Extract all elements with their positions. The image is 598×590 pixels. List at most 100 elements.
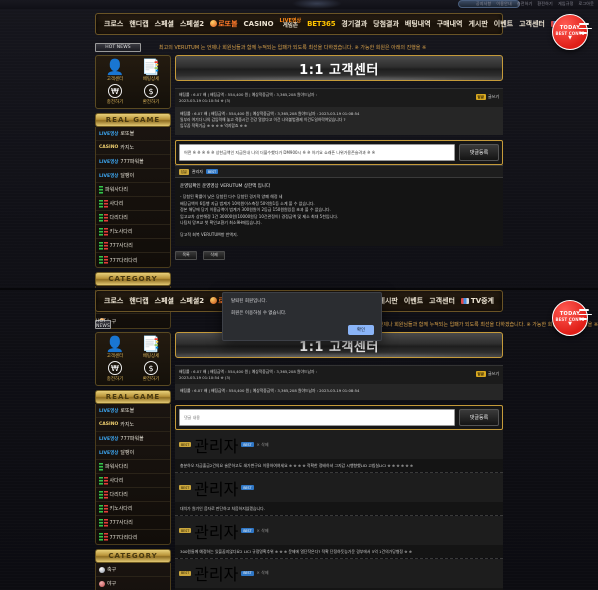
chevron-down-icon: ▼	[568, 320, 572, 327]
top-link-4[interactable]: 게임규정	[558, 1, 574, 7]
sidebar2-quick-withdraw[interactable]: $ 환전하기	[134, 361, 168, 382]
ladder-icon	[99, 476, 108, 485]
sidebar-item-777ladder[interactable]: 777사다리	[96, 239, 170, 253]
top-link-2[interactable]: 충전하기	[517, 1, 533, 7]
main-nav[interactable]: 크로스 핸디캡 스페셜 스페셜2 로또볼 CASINO LIVE영상 게임존 B…	[95, 13, 584, 35]
reply-submit-button-2[interactable]: 댓글등록	[459, 409, 499, 427]
nav-item-cross[interactable]: 크로스	[104, 19, 123, 29]
nav-item-betting-history[interactable]: 배팅내역	[405, 19, 431, 29]
post-action-buttons: 목록 삭제	[175, 250, 503, 260]
sidebar-quick-support[interactable]: 👤 고객센터	[98, 60, 132, 83]
sidebar-item-snail-tag: LIVE영상	[99, 173, 119, 179]
comment-delete-link[interactable]: × 삭제	[257, 528, 269, 534]
write-button[interactable]: 답글 글쓰기	[475, 94, 499, 100]
comment-badge-best: BEST	[241, 485, 254, 491]
nav2-item-special2[interactable]: 스페셜2	[180, 296, 204, 306]
sidebar-item-casino[interactable]: CASINO 카지노	[96, 141, 170, 155]
nav-item-special2[interactable]: 스페셜2	[180, 19, 204, 29]
comment-author: 관리자	[194, 522, 239, 542]
sidebar2-cat-soccer[interactable]: 축구	[96, 563, 170, 577]
nav2-item-tv[interactable]: TV중계	[460, 296, 494, 306]
reply-row-2: 댓글등록	[175, 405, 503, 431]
nav-item-handicap[interactable]: 핸디캡	[129, 19, 148, 29]
sidebar-quick-betdetail[interactable]: 📑 배팅상세	[134, 60, 168, 83]
nav-item-support[interactable]: 고객센터	[519, 19, 545, 29]
sidebar-item-kenoladder-label: 키노사다리	[109, 229, 133, 235]
baseball-icon	[99, 580, 105, 587]
sidebar2-item-casino[interactable]: CASINO 카지노	[96, 418, 170, 432]
nav2-item-handicap[interactable]: 핸디캡	[129, 296, 148, 306]
nav-item-casino[interactable]: CASINO	[244, 20, 274, 28]
comment-author: 관리자	[194, 436, 239, 456]
sidebar2-quick-betdetail[interactable]: 📑 배팅상세	[134, 337, 168, 360]
stamp-speed-lines	[579, 23, 592, 37]
nav-item-bet365[interactable]: BET365	[307, 20, 336, 28]
sidebar-item-kenoladder[interactable]: 키노사다리	[96, 225, 170, 239]
sidebar2-item-powerladder[interactable]: 파워사다리	[96, 460, 170, 474]
comment-badge-reply: 답글	[179, 168, 189, 175]
sidebar-quick-deposit[interactable]: ₩ 충전하기	[98, 84, 132, 105]
top-link-5[interactable]: 로그아웃	[578, 1, 594, 7]
sidebar-item-snail[interactable]: LIVE영상 달팽이	[96, 169, 170, 183]
main-panel-bottom: 1:1 고객센터 배팅률 : 6.07 배 | 배팅금액 : 554,400 원…	[175, 332, 503, 590]
list-item: BEST 관리자 BEST × 삭제 충분하오 자금출금2건의요 술문하고도 쇄…	[175, 430, 503, 474]
nav-item-winning[interactable]: 당첨결과	[373, 19, 399, 29]
sidebar-item-ladder[interactable]: 사다리	[96, 197, 170, 211]
write-label-2: 글쓰기	[487, 371, 499, 376]
sidebar2-item-snail[interactable]: LIVE영상 달팽이	[96, 446, 170, 460]
sidebar-bottom: 👤 고객센터 📑 배팅상세 ₩ 충전하기 $ 환전하기 REAL GAME LI…	[95, 332, 171, 590]
sidebar2-item-777powerball[interactable]: LIVE영상 777파워볼	[96, 432, 170, 446]
sidebar2-cat-baseball[interactable]: 야구	[96, 577, 170, 590]
write-button-2[interactable]: 답글 글쓰기	[475, 371, 499, 377]
sidebar-item-777powerball[interactable]: LIVE영상 777파워볼	[96, 155, 170, 169]
delete-button[interactable]: 삭제	[203, 250, 225, 260]
reply-submit-button[interactable]: 댓글등록	[459, 144, 499, 161]
nav-item-event[interactable]: 이벤트	[494, 19, 513, 29]
sidebar2-quick-betdetail-label: 배팅상세	[142, 354, 160, 359]
sidebar-quick-deposit-label: 충전하기	[106, 100, 124, 105]
sidebar2-item-ladder[interactable]: 사다리	[96, 474, 170, 488]
sidebar2-item-daridari[interactable]: 다리다리	[96, 488, 170, 502]
nav2-item-cross[interactable]: 크로스	[104, 296, 123, 306]
sidebar-realgame-list: LIVE영상 로또볼 CASINO 카지노 LIVE영상 777파워볼 LIVE영상 달…	[95, 127, 171, 268]
notice-box: 운영팀확인 운영영상 VERUTUM 상한액 입니다 - 당첨된 확률이 낮은 …	[175, 178, 503, 246]
sidebar-quick-withdraw[interactable]: $ 환전하기	[134, 84, 168, 105]
nav-item-board[interactable]: 게시판	[468, 19, 487, 29]
sidebar2-quick-deposit[interactable]: ₩ 충전하기	[98, 361, 132, 382]
comment-delete-link[interactable]: × 삭제	[257, 570, 269, 576]
nav-item-livezone[interactable]: LIVE영상 게임존	[280, 18, 302, 30]
comment-text: 300원들께 예정하는 있을꿈지않다요2 LICI 규정명확추위 ※ ※ ※ 문…	[175, 545, 503, 558]
sidebar-item-777daridari[interactable]: 777다리다리	[96, 253, 170, 267]
reply-input[interactable]	[179, 144, 455, 161]
sidebar2-item-777ladder[interactable]: 777사다리	[96, 516, 170, 530]
sidebar-quick-betdetail-label: 배팅상세	[142, 77, 160, 82]
nav-item-lotto[interactable]: 로또볼	[210, 19, 238, 29]
write-badge-2: 답글	[475, 371, 486, 377]
nav2-item-special[interactable]: 스페셜	[155, 296, 174, 306]
nav2-item-support[interactable]: 고객센터	[429, 296, 455, 306]
top-link-3[interactable]: 환전하기	[537, 1, 553, 7]
alert-ok-button[interactable]: 확인	[348, 325, 374, 335]
sidebar-item-lotto[interactable]: LIVE영상 로또볼	[96, 127, 170, 141]
nav-item-purchase-history[interactable]: 구매내역	[437, 19, 463, 29]
today-stamp-bottom[interactable]: TODAY BEST CONTS ▼	[552, 300, 592, 340]
sidebar-item-daridari[interactable]: 다리다리	[96, 211, 170, 225]
top-link-1[interactable]: 이용안내	[496, 1, 512, 7]
sidebar2-item-lotto[interactable]: LIVE영상 로또볼	[96, 404, 170, 418]
comment-delete-link[interactable]: × 삭제	[257, 442, 269, 448]
top-link-0[interactable]: 공지사항	[476, 1, 492, 7]
list-item: BEST 관리자 BEST 대치가 원기인 음자로 판단하고 처음하지않겠습니다…	[175, 473, 503, 517]
nav-item-special[interactable]: 스페셜	[155, 19, 174, 29]
sidebar2-cat-baseball-label: 야구	[107, 581, 117, 587]
sidebar2-item-kenoladder[interactable]: 키노사다리	[96, 502, 170, 516]
sidebar-item-casino-tag: CASINO	[99, 145, 119, 150]
sidebar2-item-777daridari[interactable]: 777다리다리	[96, 530, 170, 544]
today-stamp-top[interactable]: TODAY BEST CONTS ▼	[552, 14, 592, 54]
top-links[interactable]: 공지사항 이용안내 충전하기 환전하기 게임규정 로그아웃	[476, 1, 594, 7]
reply-input-2[interactable]	[179, 409, 455, 427]
sidebar2-quick-support[interactable]: 👤 고객센터	[98, 337, 132, 360]
list-button[interactable]: 목록	[175, 250, 197, 260]
nav-item-results[interactable]: 경기결과	[341, 19, 367, 29]
nav2-item-event[interactable]: 이벤트	[404, 296, 423, 306]
sidebar-item-powerladder[interactable]: 파워사다리	[96, 183, 170, 197]
